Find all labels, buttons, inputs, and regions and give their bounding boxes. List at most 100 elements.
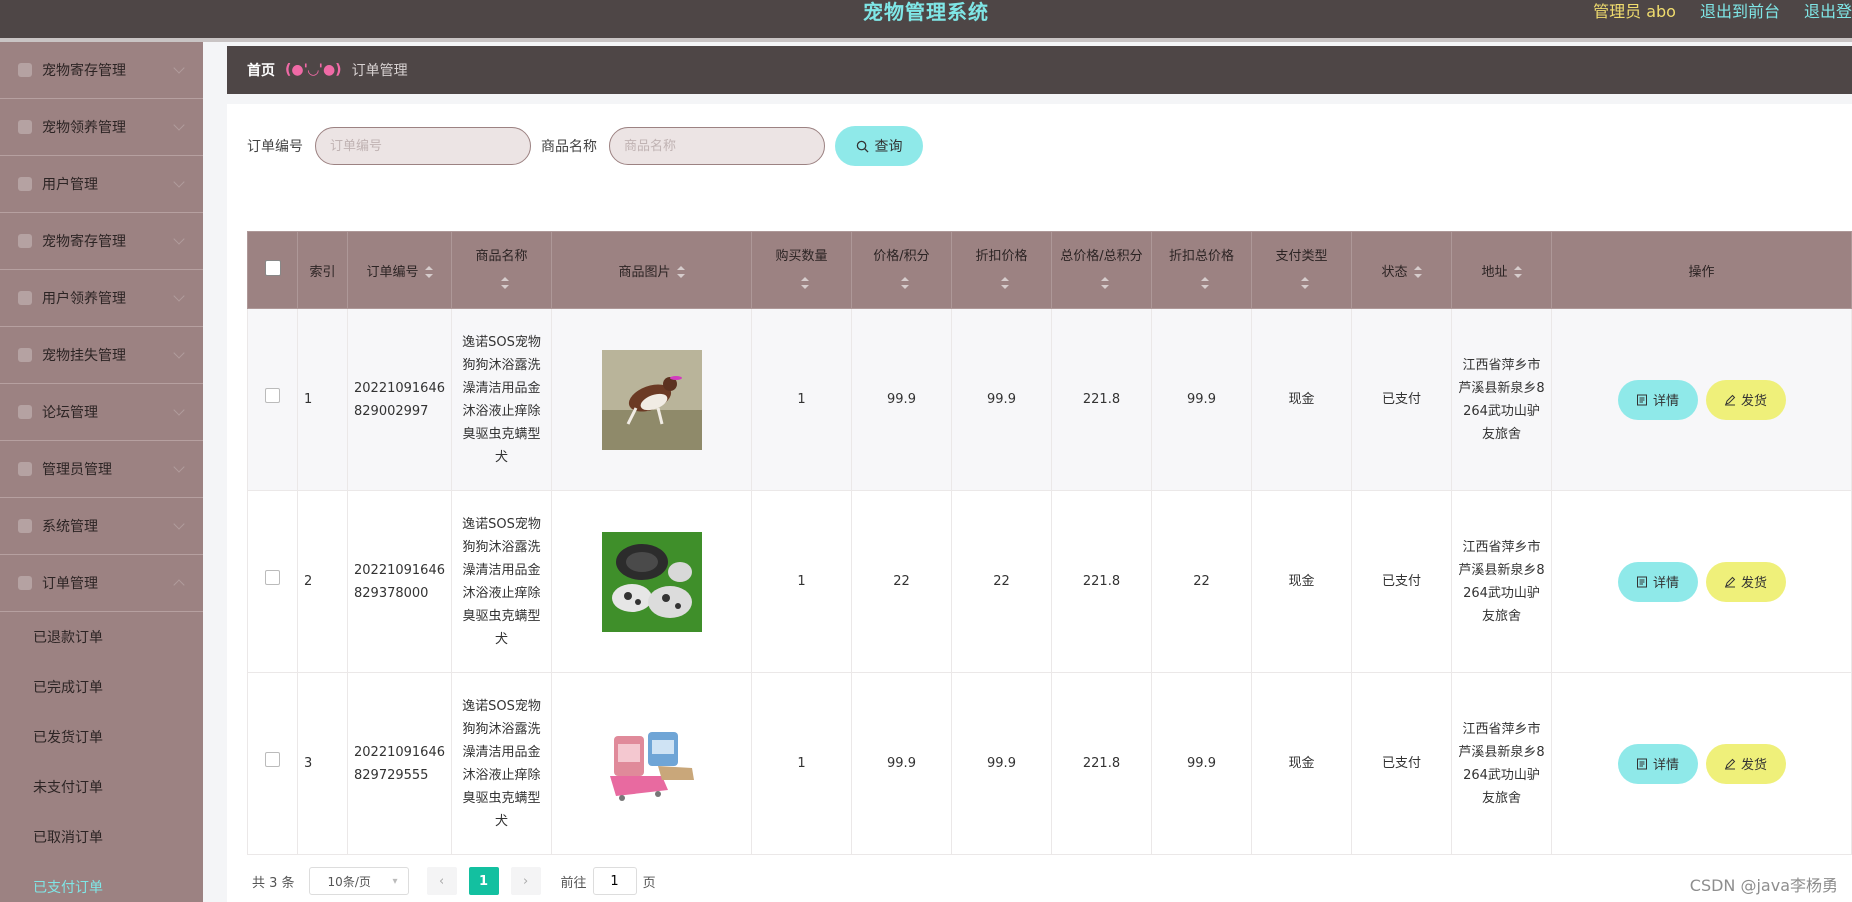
sidebar-item-label: 管理员管理 [42, 462, 112, 478]
cell-status: 已支付 [1351, 672, 1452, 855]
chevron-down-icon [173, 176, 185, 188]
breadcrumb-home[interactable]: 首页 [247, 60, 275, 80]
page-number[interactable]: 1 [468, 867, 499, 895]
cell-address: 江西省萍乡市芦溪县新泉乡8264武功山驴友旅舍 [1451, 308, 1552, 491]
sidebar-item-label: 宠物挂失管理 [42, 348, 126, 364]
sort-icon[interactable] [676, 266, 685, 278]
cell-discount-total: 99.9 [1151, 672, 1252, 855]
sidebar-item-pet-storage[interactable]: 宠物寄存管理 [0, 42, 203, 99]
screen-icon [18, 519, 32, 533]
header-discount-total[interactable]: 折扣总价格 [1151, 231, 1252, 309]
cell-pay-type: 现金 [1251, 672, 1352, 855]
sort-icon[interactable] [424, 266, 433, 278]
sort-icon[interactable] [800, 276, 809, 289]
search-icon [856, 140, 869, 153]
row-checkbox[interactable] [265, 570, 280, 585]
sort-icon[interactable] [1513, 266, 1522, 278]
sidebar-item-pet-lost[interactable]: 宠物挂失管理 [0, 327, 203, 384]
sort-icon[interactable] [1300, 276, 1309, 289]
header-quantity[interactable]: 购买数量 [751, 231, 852, 309]
sidebar: 宠物寄存管理 宠物领养管理 用户管理 宠物寄存管理 用户领养管理 宠物挂失管理 … [0, 42, 203, 902]
page-size-select[interactable]: 10条/页 ▾ [308, 867, 409, 895]
chevron-down-icon: ▾ [392, 875, 398, 887]
cell-status: 已支付 [1351, 308, 1452, 491]
ship-button[interactable]: 发货 [1705, 561, 1786, 602]
sort-icon[interactable] [1200, 276, 1209, 289]
chevron-up-icon [173, 579, 185, 591]
header-index: 索引 [297, 231, 348, 309]
order-no-input[interactable] [315, 127, 531, 165]
sort-icon[interactable] [900, 276, 909, 289]
detail-button[interactable]: 详情 [1617, 561, 1698, 602]
sort-icon[interactable] [1413, 266, 1422, 278]
cell-price: 99.9 [851, 308, 952, 491]
cell-product-name: 逸诺SOS宠物狗狗沐浴露洗澡清洁用品金沐浴液止痒除臭驱虫克螨型犬 [451, 308, 552, 491]
query-button[interactable]: 查询 [835, 126, 923, 166]
prev-page-button[interactable]: ‹ [426, 867, 457, 895]
header-address[interactable]: 地址 [1451, 231, 1552, 309]
cell-quantity: 1 [751, 308, 852, 491]
sidebar-item-user-adoption[interactable]: 用户领养管理 [0, 270, 203, 327]
sidebar-subitem-refunded[interactable]: 已退款订单 [0, 612, 203, 662]
header-product-name[interactable]: 商品名称 [451, 231, 552, 309]
sidebar-item-users[interactable]: 用户管理 [0, 156, 203, 213]
next-page-button[interactable]: › [510, 867, 541, 895]
chevron-down-icon [173, 404, 185, 416]
exit-to-front-link[interactable]: 退出到前台 [1700, 0, 1780, 22]
top-header: 宠物管理系统 管理员 abo 退出到前台 退出登 [0, 0, 1852, 42]
header-status[interactable]: 状态 [1351, 231, 1452, 309]
search-bar: 订单编号 商品名称 查询 [247, 126, 923, 166]
lock-icon [18, 348, 32, 362]
cell-pay-type: 现金 [1251, 490, 1352, 673]
app-title: 宠物管理系统 [863, 0, 989, 24]
row-checkbox[interactable] [265, 388, 280, 403]
logout-link[interactable]: 退出登 [1804, 0, 1852, 22]
sidebar-subitem-unpaid[interactable]: 未支付订单 [0, 762, 203, 812]
building-icon [18, 120, 32, 134]
table-row[interactable]: 1 20221091646829002997 逸诺SOS宠物狗狗沐浴露洗澡清洁用… [247, 308, 1852, 491]
select-all-checkbox[interactable] [264, 260, 281, 276]
header-total[interactable]: 总价格/总积分 [1051, 231, 1152, 309]
sidebar-subitem-shipped[interactable]: 已发货订单 [0, 712, 203, 762]
sidebar-item-orders[interactable]: 订单管理 [0, 555, 203, 612]
header-product-image[interactable]: 商品图片 [551, 231, 752, 309]
row-checkbox[interactable] [265, 752, 280, 767]
product-name-input[interactable] [609, 127, 825, 165]
sidebar-item-label: 用户领养管理 [42, 291, 126, 307]
detail-button[interactable]: 详情 [1617, 743, 1698, 784]
table-header-row: 索引 订单编号 商品名称 商品图片 购买数量 价格/积分 折扣价格 总价格/总积… [247, 231, 1852, 309]
sidebar-item-admins[interactable]: 管理员管理 [0, 441, 203, 498]
grid-icon [18, 291, 32, 305]
header-order-no[interactable]: 订单编号 [347, 231, 452, 309]
table-row[interactable]: 3 20221091646829729555 逸诺SOS宠物狗狗沐浴露洗澡清洁用… [247, 672, 1852, 855]
cell-quantity: 1 [751, 672, 852, 855]
cell-quantity: 1 [751, 490, 852, 673]
sidebar-item-label: 用户管理 [42, 177, 98, 193]
header-price[interactable]: 价格/积分 [851, 231, 952, 309]
cell-price: 99.9 [851, 672, 952, 855]
sidebar-item-pet-storage-2[interactable]: 宠物寄存管理 [0, 213, 203, 270]
sort-icon[interactable] [500, 276, 509, 289]
ship-button[interactable]: 发货 [1705, 379, 1786, 420]
sidebar-subitem-cancelled[interactable]: 已取消订单 [0, 812, 203, 862]
header-ops: 操作 [1551, 231, 1852, 309]
goto-page-input[interactable] [592, 867, 637, 895]
cell-discount-total: 99.9 [1151, 308, 1252, 491]
sidebar-item-forum[interactable]: 论坛管理 [0, 384, 203, 441]
sort-icon[interactable] [1000, 276, 1009, 289]
cell-discount-price: 99.9 [951, 308, 1052, 491]
sidebar-item-system[interactable]: 系统管理 [0, 498, 203, 555]
sidebar-subitem-paid[interactable]: 已支付订单 [0, 862, 203, 902]
ship-button[interactable]: 发货 [1705, 743, 1786, 784]
table-row[interactable]: 2 20221091646829378000 逸诺SOS宠物狗狗沐浴露洗澡清洁用… [247, 490, 1852, 673]
sidebar-subitem-completed[interactable]: 已完成订单 [0, 662, 203, 712]
sidebar-item-pet-adoption[interactable]: 宠物领养管理 [0, 99, 203, 156]
header-discount-price[interactable]: 折扣价格 [951, 231, 1052, 309]
header-select-all[interactable] [247, 231, 298, 309]
chevron-left-icon: ‹ [438, 873, 445, 889]
chevron-down-icon [173, 290, 185, 302]
detail-button[interactable]: 详情 [1617, 379, 1698, 420]
header-pay-type[interactable]: 支付类型 [1251, 231, 1352, 309]
sort-icon[interactable] [1100, 276, 1109, 289]
document-icon [1636, 394, 1647, 405]
